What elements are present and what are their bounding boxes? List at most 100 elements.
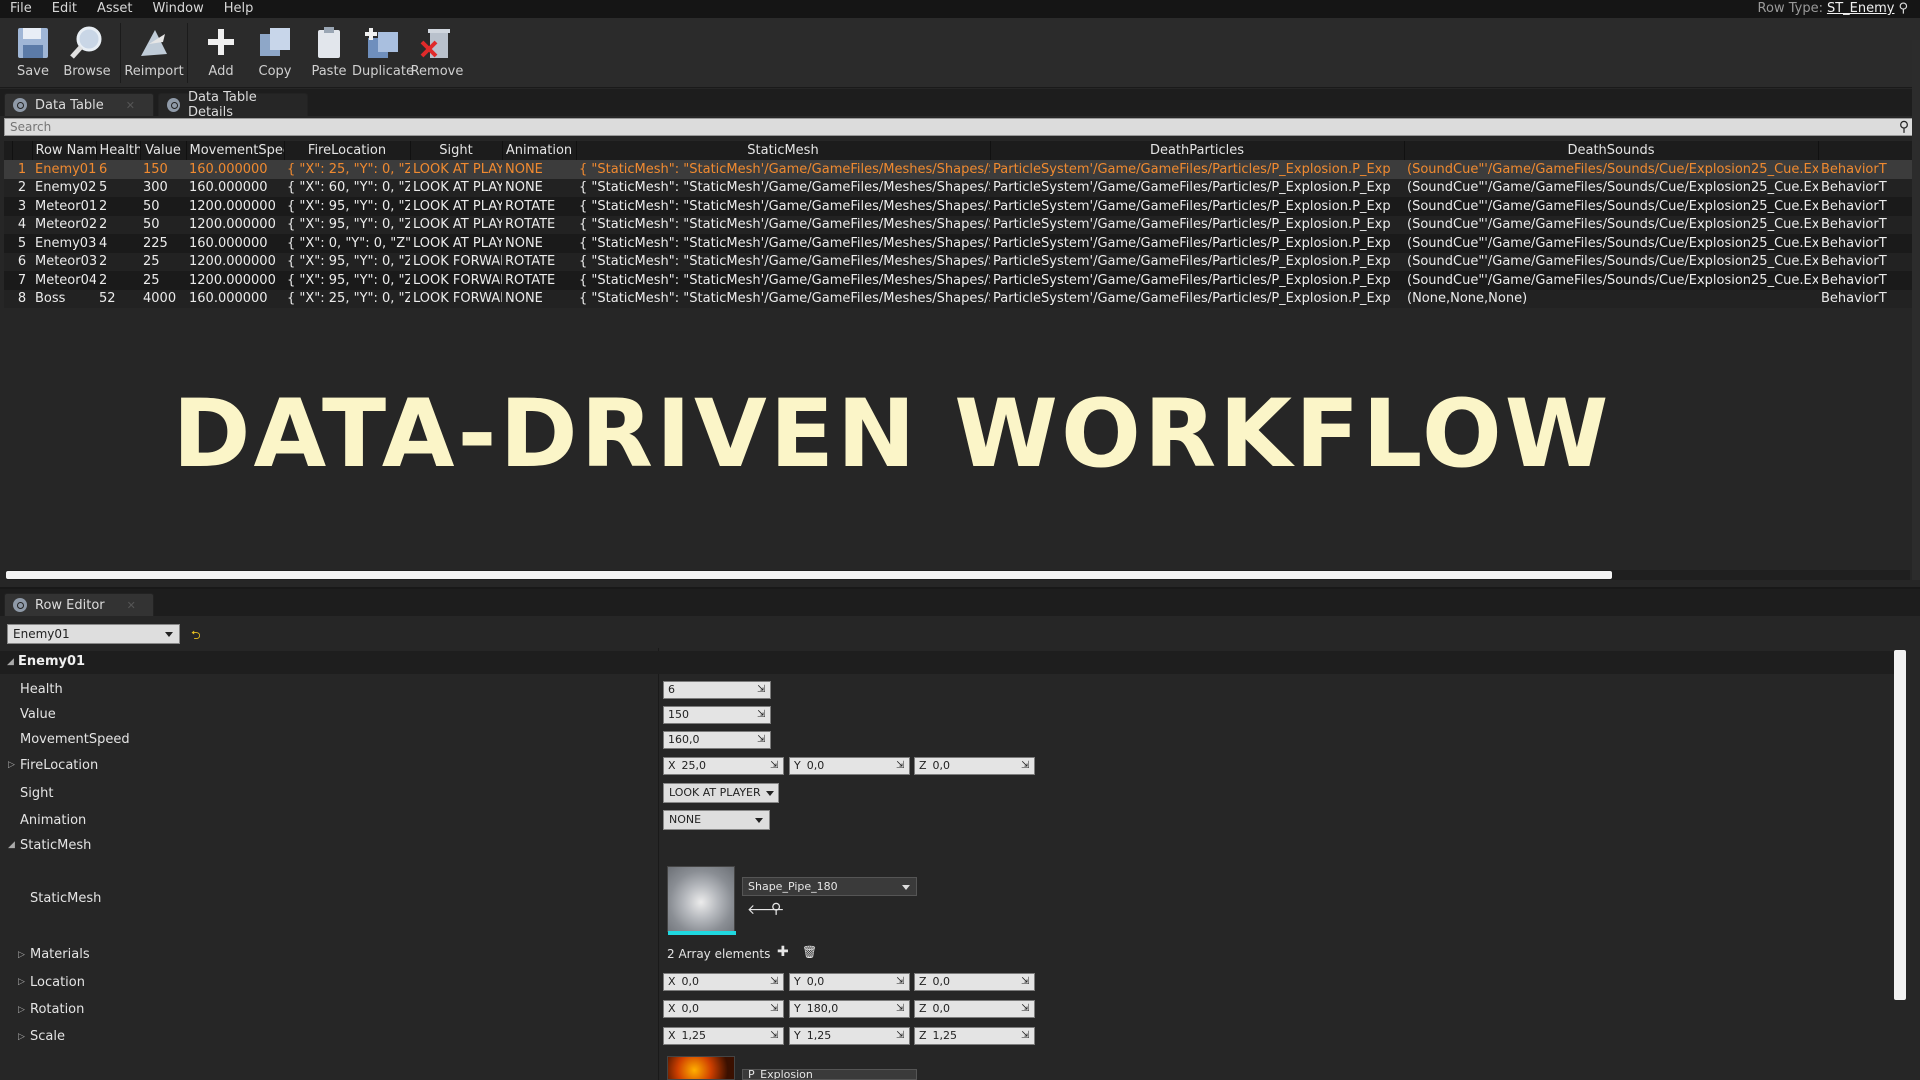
table-row[interactable]: 1 Enemy01 6 150 160.000000{ "X": 25, "Y": 0,… bbox=[4, 160, 1916, 179]
browse-button[interactable]: Browse bbox=[60, 18, 114, 88]
expand-arrow-icon[interactable]: ▷ bbox=[18, 1032, 25, 1042]
row-drag-handle[interactable] bbox=[4, 289, 12, 308]
table-cell[interactable]: BehaviorT bbox=[1818, 178, 1916, 197]
table-cell[interactable]: BehaviorT bbox=[1818, 197, 1916, 216]
location-x-field[interactable]: X 0,0 ⇲ bbox=[663, 973, 784, 991]
table-cell[interactable]: ParticleSystem'/Game/GameFiles/Particles… bbox=[990, 252, 1404, 271]
row-drag-handle[interactable] bbox=[4, 197, 12, 216]
table-cell[interactable]: 160.000000 bbox=[186, 178, 284, 197]
table-cell[interactable]: { "StaticMesh": "StaticMesh'/Game/GameFi… bbox=[576, 197, 990, 216]
table-cell[interactable]: { "X": 95, "Y": 0, "Z": 0 } bbox=[284, 252, 410, 271]
search-input[interactable] bbox=[5, 119, 1896, 135]
add-button[interactable]: Add bbox=[194, 18, 248, 88]
table-cell[interactable]: 6 bbox=[96, 160, 140, 179]
expand-arrow-icon[interactable]: ▷ bbox=[18, 977, 25, 987]
table-cell[interactable]: 4000 bbox=[140, 289, 186, 308]
table-cell[interactable]: 52 bbox=[96, 289, 140, 308]
table-cell[interactable]: (None,None,None) bbox=[1404, 289, 1818, 308]
column-header[interactable]: DeathParticles bbox=[990, 141, 1405, 160]
collapse-arrow-icon[interactable]: ◢ bbox=[7, 657, 14, 667]
table-cell[interactable]: 160.000000 bbox=[186, 160, 284, 179]
movement-speed-field[interactable]: 160,0 ⇲ bbox=[663, 731, 771, 749]
table-cell[interactable]: LOOK FORWARD bbox=[410, 289, 502, 308]
row-editor-scrollbar[interactable] bbox=[1894, 650, 1906, 1000]
duplicate-button[interactable]: Duplicate bbox=[352, 18, 414, 88]
collapse-arrow-icon[interactable]: ◢ bbox=[8, 840, 15, 850]
trash-icon[interactable]: 🗑 bbox=[802, 945, 817, 959]
table-cell[interactable]: LOOK AT PLAYER bbox=[410, 215, 502, 234]
table-row[interactable]: 5 Enemy03 4 225 160.000000{ "X": 0, "Y": 0, … bbox=[4, 234, 1916, 253]
browse-asset-icon[interactable]: ⚲ bbox=[771, 901, 781, 917]
table-cell[interactable]: ParticleSystem'/Game/GameFiles/Particles… bbox=[990, 234, 1404, 253]
table-cell[interactable]: 50 bbox=[140, 215, 186, 234]
table-cell[interactable]: 4 bbox=[96, 234, 140, 253]
table-cell[interactable]: { "X": 25, "Y": 0, "Z": 0 } bbox=[284, 160, 410, 179]
table-cell[interactable]: NONE bbox=[502, 289, 576, 308]
reset-icon[interactable]: ⮌ bbox=[191, 626, 201, 647]
row-drag-handle[interactable] bbox=[4, 178, 12, 197]
table-cell[interactable]: 5 bbox=[96, 178, 140, 197]
table-cell[interactable]: { "X": 95, "Y": 0, "Z": 0 } bbox=[284, 197, 410, 216]
table-cell[interactable]: { "StaticMesh": "StaticMesh'/Game/GameFi… bbox=[576, 271, 990, 290]
table-cell[interactable]: { "X": 60, "Y": 0, "Z": 0 } bbox=[284, 178, 410, 197]
table-cell[interactable]: ParticleSystem'/Game/GameFiles/Particles… bbox=[990, 197, 1404, 216]
spin-handle-icon[interactable]: ⇲ bbox=[770, 760, 780, 772]
tab-row-editor[interactable]: Row Editor ✕ bbox=[4, 593, 154, 616]
row-type-link[interactable]: ST_Enemy bbox=[1827, 1, 1895, 16]
spin-handle-icon[interactable]: ⇲ bbox=[757, 684, 767, 696]
expand-arrow-icon[interactable]: ▷ bbox=[8, 760, 15, 770]
table-cell[interactable]: (SoundCue"'/Game/GameFiles/Sounds/Cue/Ex… bbox=[1404, 197, 1818, 216]
table-cell[interactable]: BehaviorT bbox=[1818, 271, 1916, 290]
column-header[interactable]: StaticMesh bbox=[576, 141, 991, 160]
table-row[interactable]: 6 Meteor03 2 25 1200.000000{ "X": 95, "Y": 0… bbox=[4, 252, 1916, 271]
location-z-field[interactable]: Z 0,0 ⇲ bbox=[914, 973, 1035, 991]
tab-data-table[interactable]: Data Table ✕ bbox=[4, 93, 154, 116]
table-cell[interactable]: ROTATE bbox=[502, 215, 576, 234]
table-cell[interactable]: Meteor02 bbox=[32, 215, 96, 234]
table-cell[interactable]: BehaviorT bbox=[1818, 160, 1916, 179]
spin-handle-icon[interactable]: ⇲ bbox=[1021, 760, 1031, 772]
table-cell[interactable]: BehaviorT bbox=[1818, 289, 1916, 308]
table-cell[interactable]: LOOK AT PLAYER bbox=[410, 160, 502, 179]
column-header[interactable]: FireLocation bbox=[284, 141, 411, 160]
spin-handle-icon[interactable]: ⇲ bbox=[770, 1030, 780, 1042]
spin-handle-icon[interactable]: ⇲ bbox=[757, 734, 767, 746]
table-cell[interactable]: BehaviorT bbox=[1818, 252, 1916, 271]
fire-location-z-field[interactable]: Z 0,0 ⇲ bbox=[914, 757, 1035, 775]
table-cell[interactable]: BehaviorT bbox=[1818, 215, 1916, 234]
table-cell[interactable]: 160.000000 bbox=[186, 289, 284, 308]
table-row[interactable]: 2 Enemy02 5 300 160.000000{ "X": 60, "Y": 0,… bbox=[4, 178, 1916, 197]
table-cell[interactable]: ParticleSystem'/Game/GameFiles/Particles… bbox=[990, 289, 1404, 308]
table-cell[interactable]: { "StaticMesh": "StaticMesh'/Game/GameFi… bbox=[576, 215, 990, 234]
table-cell[interactable]: 2 bbox=[96, 197, 140, 216]
column-header[interactable]: Sight bbox=[410, 141, 503, 160]
expand-arrow-icon[interactable]: ▷ bbox=[18, 950, 25, 960]
row-drag-handle[interactable] bbox=[4, 252, 12, 271]
table-row[interactable]: 7 Meteor04 2 25 1200.000000{ "X": 95, "Y": 0… bbox=[4, 271, 1916, 290]
search-icon[interactable]: ⚲ bbox=[1896, 119, 1912, 135]
save-button[interactable]: Save bbox=[6, 18, 60, 88]
table-cell[interactable]: Enemy03 bbox=[32, 234, 96, 253]
table-cell[interactable]: { "X": 0, "Y": 0, "Z": 0 } bbox=[284, 234, 410, 253]
reimport-button[interactable]: Reimport bbox=[124, 18, 184, 88]
scale-z-field[interactable]: Z 1,25 ⇲ bbox=[914, 1027, 1035, 1045]
value-field[interactable]: 150 ⇲ bbox=[663, 706, 771, 724]
table-cell[interactable]: 300 bbox=[140, 178, 186, 197]
particle-thumbnail[interactable] bbox=[667, 1056, 735, 1080]
table-cell[interactable]: (SoundCue"'/Game/GameFiles/Sounds/Cue/Ex… bbox=[1404, 160, 1818, 179]
column-header[interactable]: Animation bbox=[502, 141, 577, 160]
expand-arrow-icon[interactable]: ▷ bbox=[18, 1005, 25, 1015]
rotation-z-field[interactable]: Z 0,0 ⇲ bbox=[914, 1000, 1035, 1018]
row-drag-handle[interactable] bbox=[4, 271, 12, 290]
table-cell[interactable]: ParticleSystem'/Game/GameFiles/Particles… bbox=[990, 271, 1404, 290]
table-cell[interactable]: { "X": 95, "Y": 0, "Z": 0 } bbox=[284, 215, 410, 234]
column-header[interactable]: MovementSpeed bbox=[186, 141, 285, 160]
table-row[interactable]: 8 Boss 52 4000 160.000000{ "X": 25, "Y": 0, … bbox=[4, 289, 1916, 308]
horizontal-scrollbar[interactable] bbox=[6, 570, 1910, 580]
table-cell[interactable]: ParticleSystem'/Game/GameFiles/Particles… bbox=[990, 215, 1404, 234]
table-cell[interactable]: { "StaticMesh": "StaticMesh'/Game/GameFi… bbox=[576, 252, 990, 271]
table-cell[interactable]: ROTATE bbox=[502, 197, 576, 216]
menu-edit[interactable]: Edit bbox=[42, 0, 87, 18]
table-cell[interactable]: 1200.000000 bbox=[186, 252, 284, 271]
table-cell[interactable]: LOOK AT PLAYER bbox=[410, 234, 502, 253]
